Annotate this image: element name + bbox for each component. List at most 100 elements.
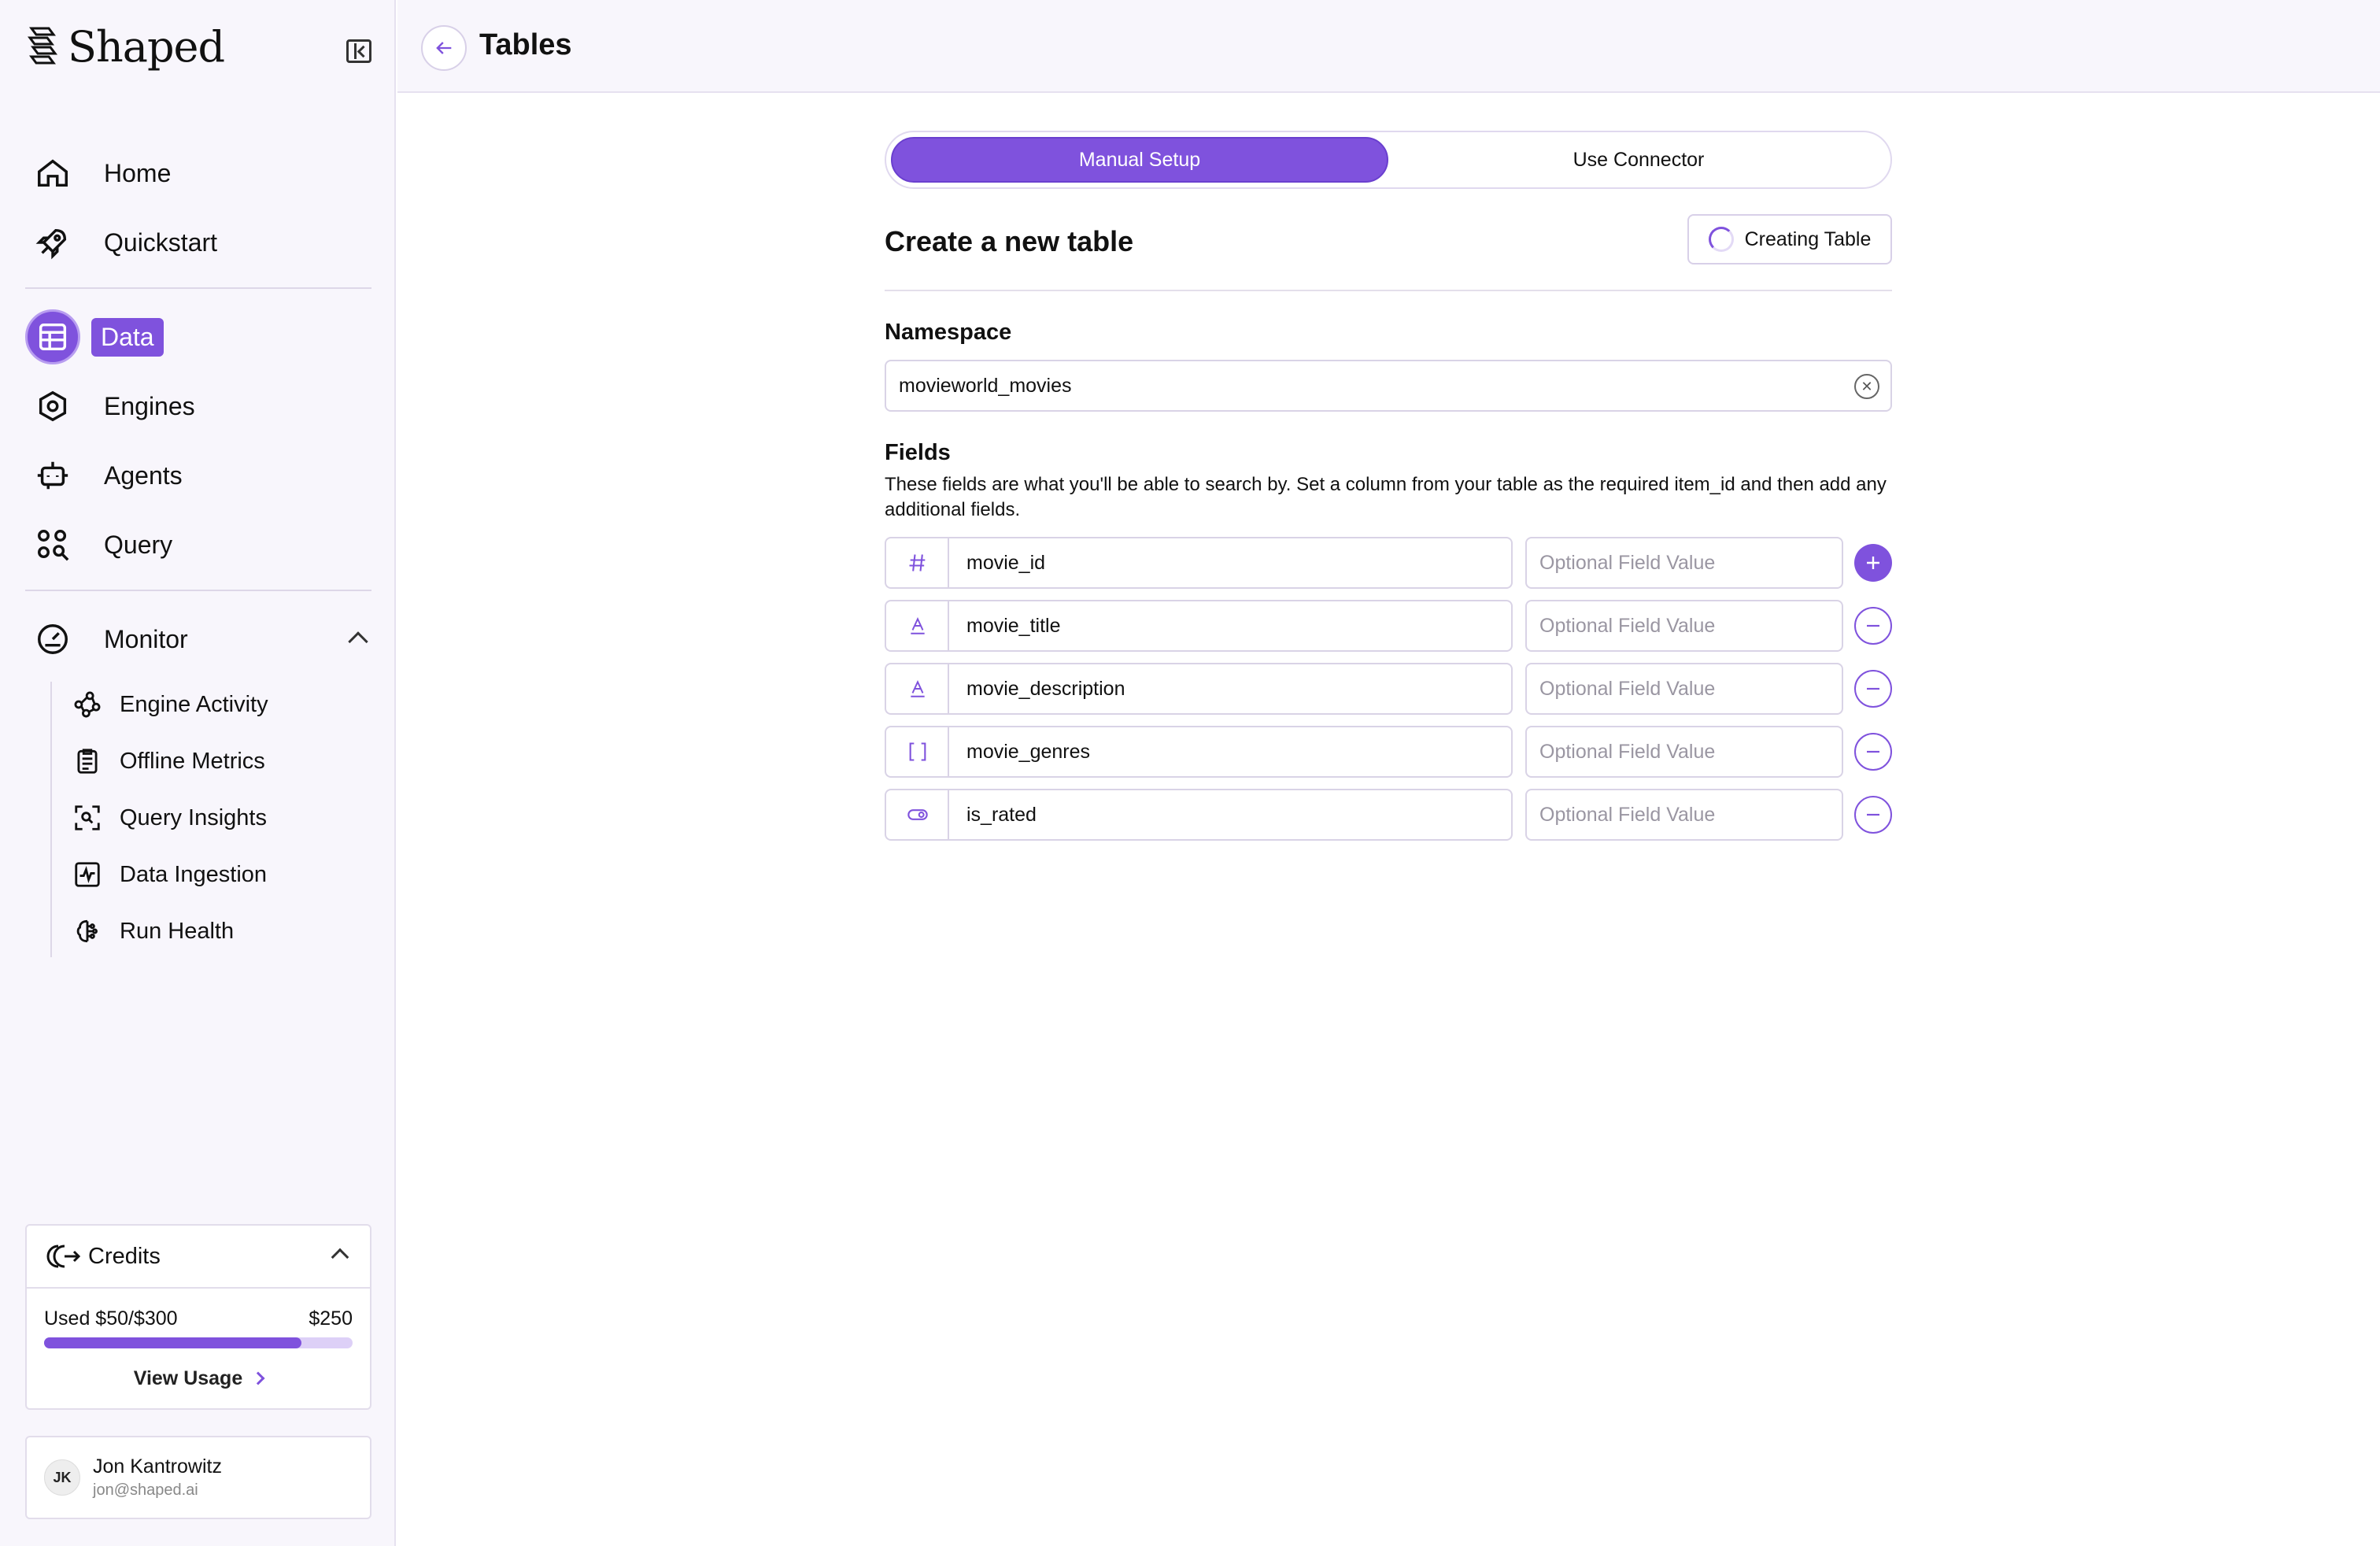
field-name: is_rated — [966, 803, 1037, 826]
add-field-button[interactable] — [1854, 544, 1892, 582]
query-icon — [25, 517, 80, 572]
brain-icon — [76, 919, 98, 943]
tab-manual-setup[interactable]: Manual Setup — [891, 137, 1388, 183]
collapse-sidebar-icon[interactable] — [346, 39, 371, 63]
user-info: Jon Kantrowitz jon@shaped.ai — [93, 1455, 222, 1500]
gauge-icon — [25, 612, 80, 667]
field-name-input[interactable]: movie_description — [948, 663, 1513, 715]
field-name-input[interactable]: movie_title — [948, 600, 1513, 652]
field-name: movie_genres — [966, 740, 1091, 763]
creating-table-button[interactable]: Creating Table — [1687, 214, 1892, 264]
nav-item-quickstart[interactable]: Quickstart — [25, 215, 217, 270]
minus-icon — [1867, 624, 1879, 627]
field-value-placeholder: Optional Field Value — [1539, 614, 1716, 637]
sub-label-offline-metrics: Offline Metrics — [120, 748, 265, 774]
field-type-selector[interactable] — [885, 537, 949, 589]
rocket-icon — [25, 215, 80, 270]
namespace-label: Namespace — [885, 320, 1012, 345]
field-name-input[interactable]: is_rated — [948, 789, 1513, 841]
field-value-placeholder: Optional Field Value — [1539, 803, 1716, 826]
credits-header[interactable]: Credits — [27, 1226, 370, 1289]
nav-item-agents[interactable]: Agents — [25, 448, 183, 503]
text-icon — [911, 617, 925, 634]
sub-item-data-ingestion[interactable]: Data Ingestion — [72, 855, 267, 894]
field-name-input[interactable]: movie_id — [948, 537, 1513, 589]
submenu-guide-line — [50, 682, 52, 957]
table-icon — [25, 309, 80, 364]
credits-summary: Used $50/$300 $250 — [44, 1307, 353, 1330]
sub-label-query-insights: Query Insights — [120, 804, 267, 830]
creating-table-label: Creating Table — [1744, 227, 1872, 250]
minus-icon — [1867, 813, 1879, 816]
field-value-input[interactable]: Optional Field Value — [1525, 600, 1843, 652]
toggle-icon — [907, 809, 928, 820]
field-row: movie_genres Optional Field Value — [885, 726, 1892, 778]
remove-field-button[interactable] — [1854, 733, 1892, 771]
back-button[interactable] — [421, 25, 467, 71]
credits-title: Credits — [88, 1243, 161, 1269]
field-type-selector[interactable] — [885, 663, 949, 715]
top-bar: Tables — [397, 0, 2380, 93]
text-icon — [911, 680, 925, 697]
field-value-input[interactable]: Optional Field Value — [1525, 663, 1843, 715]
nav-label-data: Data — [91, 317, 164, 357]
field-name: movie_id — [966, 551, 1046, 574]
minus-icon — [1867, 750, 1879, 753]
field-value-input[interactable]: Optional Field Value — [1525, 726, 1843, 778]
scan-search-icon — [75, 805, 100, 830]
field-type-selector[interactable] — [885, 789, 949, 841]
nav-label-query: Query — [104, 530, 173, 559]
credits-remaining: $250 — [309, 1307, 353, 1330]
nav-item-engines[interactable]: Engines — [25, 379, 195, 434]
sidebar: Shaped Home Quickstart Data Engines Agen… — [0, 0, 396, 1546]
field-value-input[interactable]: Optional Field Value — [1525, 537, 1843, 589]
field-value-placeholder: Optional Field Value — [1539, 677, 1716, 700]
avatar: JK — [44, 1459, 80, 1496]
remove-field-button[interactable] — [1854, 670, 1892, 708]
credits-used: Used $50/$300 — [44, 1307, 178, 1330]
clear-icon[interactable]: ✕ — [1854, 374, 1879, 399]
fields-description: These fields are what you'll be able to … — [885, 474, 1887, 520]
sub-label-data-ingestion: Data Ingestion — [120, 861, 268, 887]
minus-icon — [1867, 687, 1879, 690]
namespace-input[interactable]: movieworld_movies ✕ — [885, 360, 1892, 412]
remove-field-button[interactable] — [1854, 607, 1892, 645]
create-table-form: Manual Setup Use Connector Create a new … — [885, 131, 1892, 841]
fields-label: Fields — [885, 440, 951, 465]
field-row: movie_title Optional Field Value — [885, 600, 1892, 652]
nav-item-home[interactable]: Home — [25, 146, 171, 201]
remove-field-button[interactable] — [1854, 796, 1892, 834]
field-value-input[interactable]: Optional Field Value — [1525, 789, 1843, 841]
brand-logo[interactable]: Shaped — [25, 22, 225, 72]
plus-icon — [1867, 557, 1879, 569]
nav-label-monitor: Monitor — [104, 624, 188, 653]
nav-item-monitor[interactable]: Monitor — [25, 612, 188, 667]
tab-use-connector[interactable]: Use Connector — [1390, 137, 1887, 183]
user-card[interactable]: JK Jon Kantrowitz jon@shaped.ai — [25, 1436, 371, 1519]
shaped-logo-icon — [28, 27, 57, 64]
pulse-chart-icon — [75, 862, 100, 887]
chevron-up-icon[interactable] — [348, 631, 368, 652]
field-name-input[interactable]: movie_genres — [948, 726, 1513, 778]
nav-label-engines: Engines — [104, 391, 195, 420]
field-type-selector[interactable] — [885, 726, 949, 778]
sub-label-engine-activity: Engine Activity — [120, 691, 268, 717]
robot-icon — [25, 448, 80, 503]
sub-item-query-insights[interactable]: Query Insights — [72, 798, 267, 838]
nav-label-quickstart: Quickstart — [104, 227, 218, 257]
hash-icon — [909, 554, 926, 571]
chevron-right-icon — [251, 1371, 265, 1385]
nav-item-query[interactable]: Query — [25, 517, 172, 572]
sub-item-run-health[interactable]: Run Health — [72, 912, 234, 951]
field-type-selector[interactable] — [885, 600, 949, 652]
sub-item-offline-metrics[interactable]: Offline Metrics — [72, 742, 265, 781]
nav-item-data[interactable]: Data — [25, 309, 164, 364]
arrow-left-icon — [436, 42, 452, 54]
field-name: movie_description — [966, 677, 1125, 700]
setup-mode-toggle: Manual Setup Use Connector — [885, 131, 1892, 189]
field-row: is_rated Optional Field Value — [885, 789, 1892, 841]
nav-label-agents: Agents — [104, 460, 183, 490]
credits-card: Credits Used $50/$300 $250 View Usage — [25, 1224, 371, 1410]
view-usage-link[interactable]: View Usage — [27, 1367, 370, 1390]
sub-item-engine-activity[interactable]: Engine Activity — [72, 685, 268, 724]
